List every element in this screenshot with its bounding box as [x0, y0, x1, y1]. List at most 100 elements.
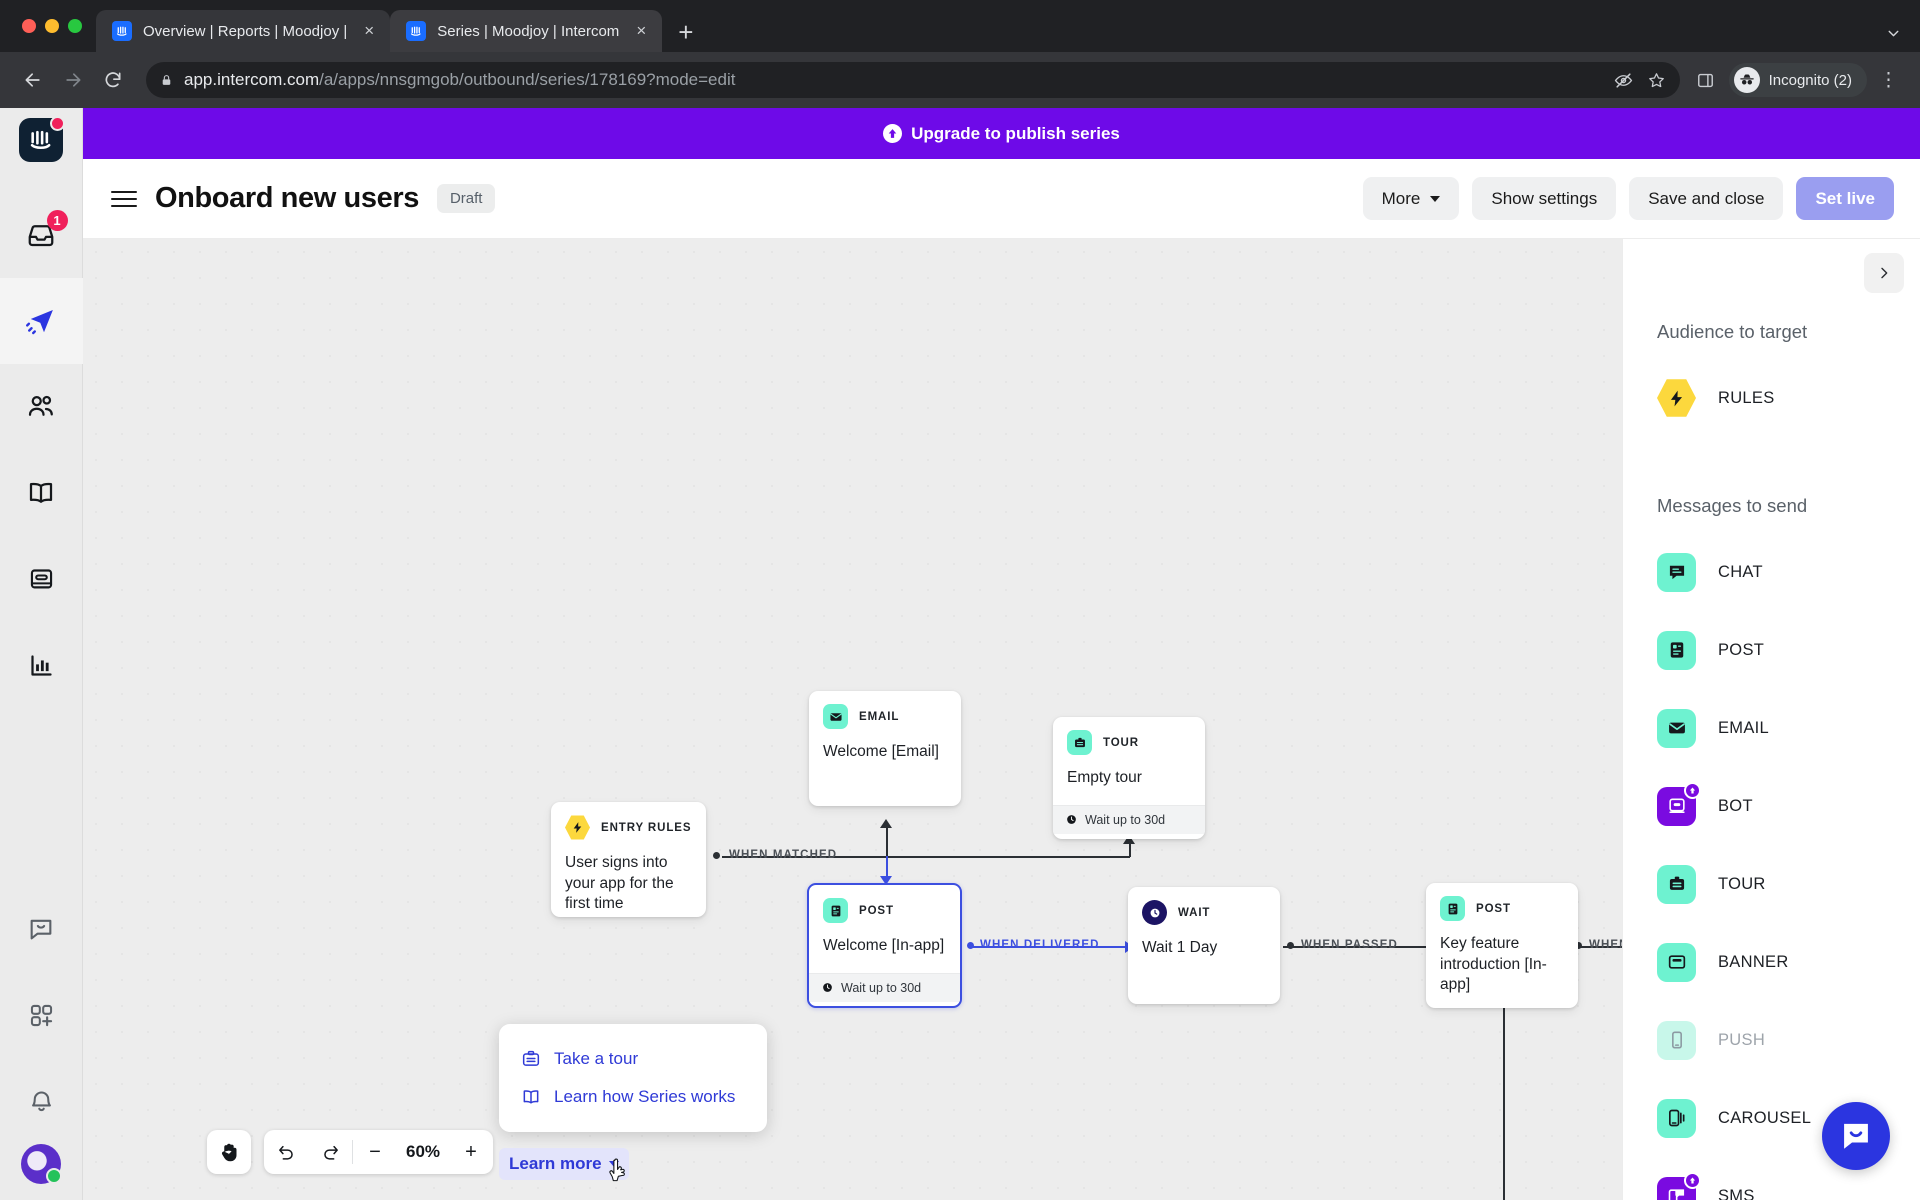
node-empty-tour[interactable]: TOUR Empty tour Wait up to 30d: [1053, 717, 1205, 839]
sidebar-item-reports[interactable]: [0, 622, 83, 708]
panel-item-tour[interactable]: TOUR: [1623, 845, 1920, 923]
node-header: POST: [1440, 896, 1564, 921]
edge-label-when-passed: WHEN PASSED: [1301, 939, 1398, 951]
node-kind: WAIT: [1178, 906, 1211, 919]
sidebar-item-contacts[interactable]: [0, 364, 83, 450]
series-canvas[interactable]: WHEN MATCHED WHEN DELIVERED WHEN PASSED …: [83, 239, 1622, 1200]
messenger-launcher-button[interactable]: [1822, 1102, 1890, 1170]
node-welcome-email[interactable]: EMAIL Welcome [Email]: [809, 691, 961, 806]
node-entry-rules[interactable]: ENTRY RULES User signs into your app for…: [551, 802, 706, 917]
intercom-logo[interactable]: [19, 116, 65, 162]
reload-button[interactable]: [96, 63, 130, 97]
sidebar-item-notifications[interactable]: [0, 1058, 83, 1144]
save-and-close-button[interactable]: Save and close: [1629, 177, 1784, 220]
menu-item-take-a-tour[interactable]: Take a tour: [517, 1040, 749, 1078]
panel-item-chat[interactable]: CHAT: [1623, 533, 1920, 611]
tracking-protection-icon[interactable]: [1614, 71, 1633, 90]
node-header: TOUR: [1067, 730, 1191, 755]
menu-item-learn-how-series-works[interactable]: Learn how Series works: [517, 1078, 749, 1116]
browser-tab-2[interactable]: Series | Moodjoy | Intercom ×: [390, 10, 663, 52]
sidebar-item-inbox[interactable]: 1: [0, 192, 83, 278]
forward-button[interactable]: [56, 63, 90, 97]
tour-icon: [521, 1049, 541, 1069]
maximize-window-button[interactable]: [68, 19, 82, 33]
minimize-window-button[interactable]: [45, 19, 59, 33]
more-button[interactable]: More: [1362, 177, 1460, 220]
sidebar-item-articles[interactable]: [0, 536, 83, 622]
panel-item-label: PUSH: [1718, 1030, 1766, 1049]
node-key-feature[interactable]: POST Key feature introduction [In-app] W…: [1426, 883, 1578, 1008]
node-kind: ENTRY RULES: [601, 821, 692, 834]
node-header: WAIT: [1142, 900, 1266, 925]
chevron-down-icon: [1430, 195, 1441, 202]
node-wait-text: Wait up to 30d: [1085, 812, 1166, 827]
sidebar-item-outbound[interactable]: [0, 278, 83, 364]
profile-button[interactable]: Incognito (2): [1728, 63, 1867, 97]
learn-more-button[interactable]: Learn more: [499, 1148, 629, 1182]
panel-item-post[interactable]: POST: [1623, 611, 1920, 689]
upgrade-badge-icon: [1684, 1171, 1701, 1189]
close-window-button[interactable]: [22, 19, 36, 33]
back-button[interactable]: [16, 63, 50, 97]
clock-icon: [1066, 814, 1077, 825]
collapse-panel-button[interactable]: [1864, 253, 1904, 293]
panel-item-bot[interactable]: BOT: [1623, 767, 1920, 845]
panel-item-banner[interactable]: BANNER: [1623, 923, 1920, 1001]
panel-item-email[interactable]: EMAIL: [1623, 689, 1920, 767]
node-kind: EMAIL: [859, 710, 900, 723]
panel-item-label: BOT: [1718, 796, 1753, 815]
zoom-out-button[interactable]: −: [353, 1130, 397, 1174]
sidebar-item-apps[interactable]: [0, 972, 83, 1058]
send-icon: [26, 306, 56, 336]
panel-item-rules[interactable]: RULES: [1623, 359, 1920, 437]
node-text: User signs into your app for the first t…: [565, 854, 674, 913]
zoom-in-button[interactable]: +: [449, 1130, 493, 1174]
tour-icon: [1067, 730, 1092, 755]
envelope-icon: [823, 704, 848, 729]
window-controls: [14, 0, 96, 52]
apps-add-icon: [28, 1002, 55, 1029]
node-text: Welcome [In-app]: [823, 937, 945, 954]
browser-menu-button[interactable]: ⋮: [1873, 69, 1904, 92]
canvas-toolbar: − 60% +: [207, 1130, 493, 1174]
menu-item-label: Learn how Series works: [554, 1087, 736, 1106]
hamburger-icon[interactable]: [111, 190, 137, 207]
side-panel-icon[interactable]: [1696, 71, 1715, 90]
upgrade-banner[interactable]: Upgrade to publish series: [83, 108, 1920, 159]
sms-icon: [1657, 1171, 1701, 1200]
node-header: POST: [823, 898, 946, 923]
incognito-avatar: [1733, 67, 1760, 93]
tab-search-chevron-down-icon[interactable]: [1885, 25, 1902, 42]
edge-line-down: [1503, 1001, 1505, 1200]
bar-chart-icon: [28, 652, 55, 679]
edge-label-when-matched: WHEN MATCHED: [729, 849, 838, 861]
redo-icon[interactable]: [308, 1130, 352, 1174]
show-settings-button[interactable]: Show settings: [1472, 177, 1617, 220]
close-icon[interactable]: ×: [630, 21, 652, 41]
bookmark-star-icon[interactable]: [1647, 71, 1666, 90]
sidebar-item-knowledge[interactable]: [0, 450, 83, 536]
menu-item-label: Take a tour: [554, 1049, 639, 1068]
avatar[interactable]: [21, 1144, 62, 1184]
address-bar[interactable]: app.intercom.com/a/apps/nnsgmgob/outboun…: [146, 62, 1680, 98]
hand-tool-button[interactable]: [207, 1130, 251, 1174]
undo-icon[interactable]: [264, 1130, 308, 1174]
new-tab-button[interactable]: +: [678, 19, 693, 45]
upgrade-arrow-icon: [883, 124, 903, 143]
panel-item-push[interactable]: PUSH: [1623, 1001, 1920, 1079]
node-wait-1-day[interactable]: WAIT Wait 1 Day: [1128, 887, 1280, 1004]
url-path: /a/apps/nnsgmgob/outbound/series/178169?…: [319, 70, 736, 89]
browser-toolbar: app.intercom.com/a/apps/nnsgmgob/outboun…: [0, 52, 1920, 108]
edge-line-to-email: [886, 824, 888, 858]
lock-icon: [160, 74, 173, 87]
sidebar-item-messenger[interactable]: [0, 886, 83, 972]
post-icon: [1440, 896, 1465, 921]
right-panel: Audience to target RULES Messages to sen…: [1622, 239, 1920, 1200]
node-welcome-inapp[interactable]: POST Welcome [In-app] Wait up to 30d: [807, 883, 962, 1008]
node-body: TOUR Empty tour: [1053, 717, 1205, 805]
browser-tab-1[interactable]: Overview | Reports | Moodjoy | ×: [96, 10, 391, 52]
close-icon[interactable]: ×: [358, 21, 380, 41]
set-live-button[interactable]: Set live: [1796, 177, 1894, 220]
panel-item-label: RULES: [1718, 388, 1775, 407]
node-wait-badge: Wait up to 30d: [809, 972, 960, 1002]
